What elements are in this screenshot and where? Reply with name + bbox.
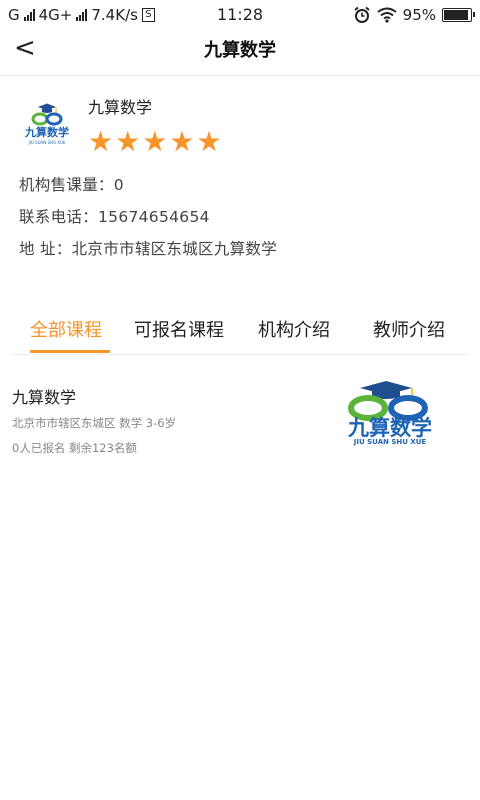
star-icon: ★ <box>169 125 195 158</box>
course-logo-text: 九算数学 <box>347 416 432 440</box>
course-logo: 九算数学 JIU SUAN SHU XUE <box>347 381 432 446</box>
status-right: 95% <box>353 6 475 24</box>
chevron-left-icon: < <box>14 33 36 63</box>
rating-stars: ★ ★ ★ ★ ★ <box>88 127 222 157</box>
contact-phone[interactable]: 联系电话：15674654654 <box>19 205 210 227</box>
status-bar: G 4G+ 7.4K/s S 11:28 95% <box>0 0 480 30</box>
active-tab-indicator <box>30 350 110 353</box>
star-icon: ★ <box>88 125 114 158</box>
course-title: 九算数学 <box>12 388 77 407</box>
org-logo-text: 九算数学 <box>24 125 69 139</box>
org-logo: 九算数学 JIU SUAN SHU XUE <box>24 103 69 145</box>
page-title: 九算数学 <box>204 40 276 61</box>
battery-icon <box>442 8 475 22</box>
course-item[interactable]: 九算数学 北京市市辖区东城区 数学 3-6岁 0人已报名 剩余123名额 九算数… <box>0 370 480 470</box>
org-info: 九算数学 JIU SUAN SHU XUE 九算数学 ★ ★ ★ ★ ★ 机构售课量：0… <box>0 77 480 277</box>
org-name: 九算数学 <box>88 98 153 117</box>
battery-label: 95% <box>402 6 436 24</box>
star-icon: ★ <box>142 125 168 158</box>
course-logo-subtext: JIU SUAN SHU XUE <box>353 438 427 446</box>
battery-fill <box>444 10 468 20</box>
star-icon: ★ <box>115 125 141 158</box>
tab-org-intro[interactable]: 机构介绍 <box>258 316 330 342</box>
tab-enrollable-courses[interactable]: 可报名课程 <box>134 316 224 342</box>
course-enrollment: 0人已报名 剩余123名额 <box>12 441 137 455</box>
tab-bar: 全部课程 可报名课程 机构介绍 教师介绍 <box>12 300 468 355</box>
org-logo-subtext: JIU SUAN SHU XUE <box>28 140 66 145</box>
tab-all-courses[interactable]: 全部课程 <box>30 316 102 342</box>
wifi-icon <box>377 7 397 23</box>
alarm-icon <box>354 6 370 23</box>
back-button[interactable]: < <box>14 34 44 64</box>
star-icon: ★ <box>196 125 222 158</box>
address: 地 址：北京市市辖区东城区九算数学 <box>19 240 278 258</box>
sales-count: 机构售课量：0 <box>19 176 124 194</box>
navbar: < 九算数学 <box>0 30 480 76</box>
tab-teacher-intro[interactable]: 教师介绍 <box>373 316 445 342</box>
course-meta: 北京市市辖区东城区 数学 3-6岁 <box>12 416 177 430</box>
